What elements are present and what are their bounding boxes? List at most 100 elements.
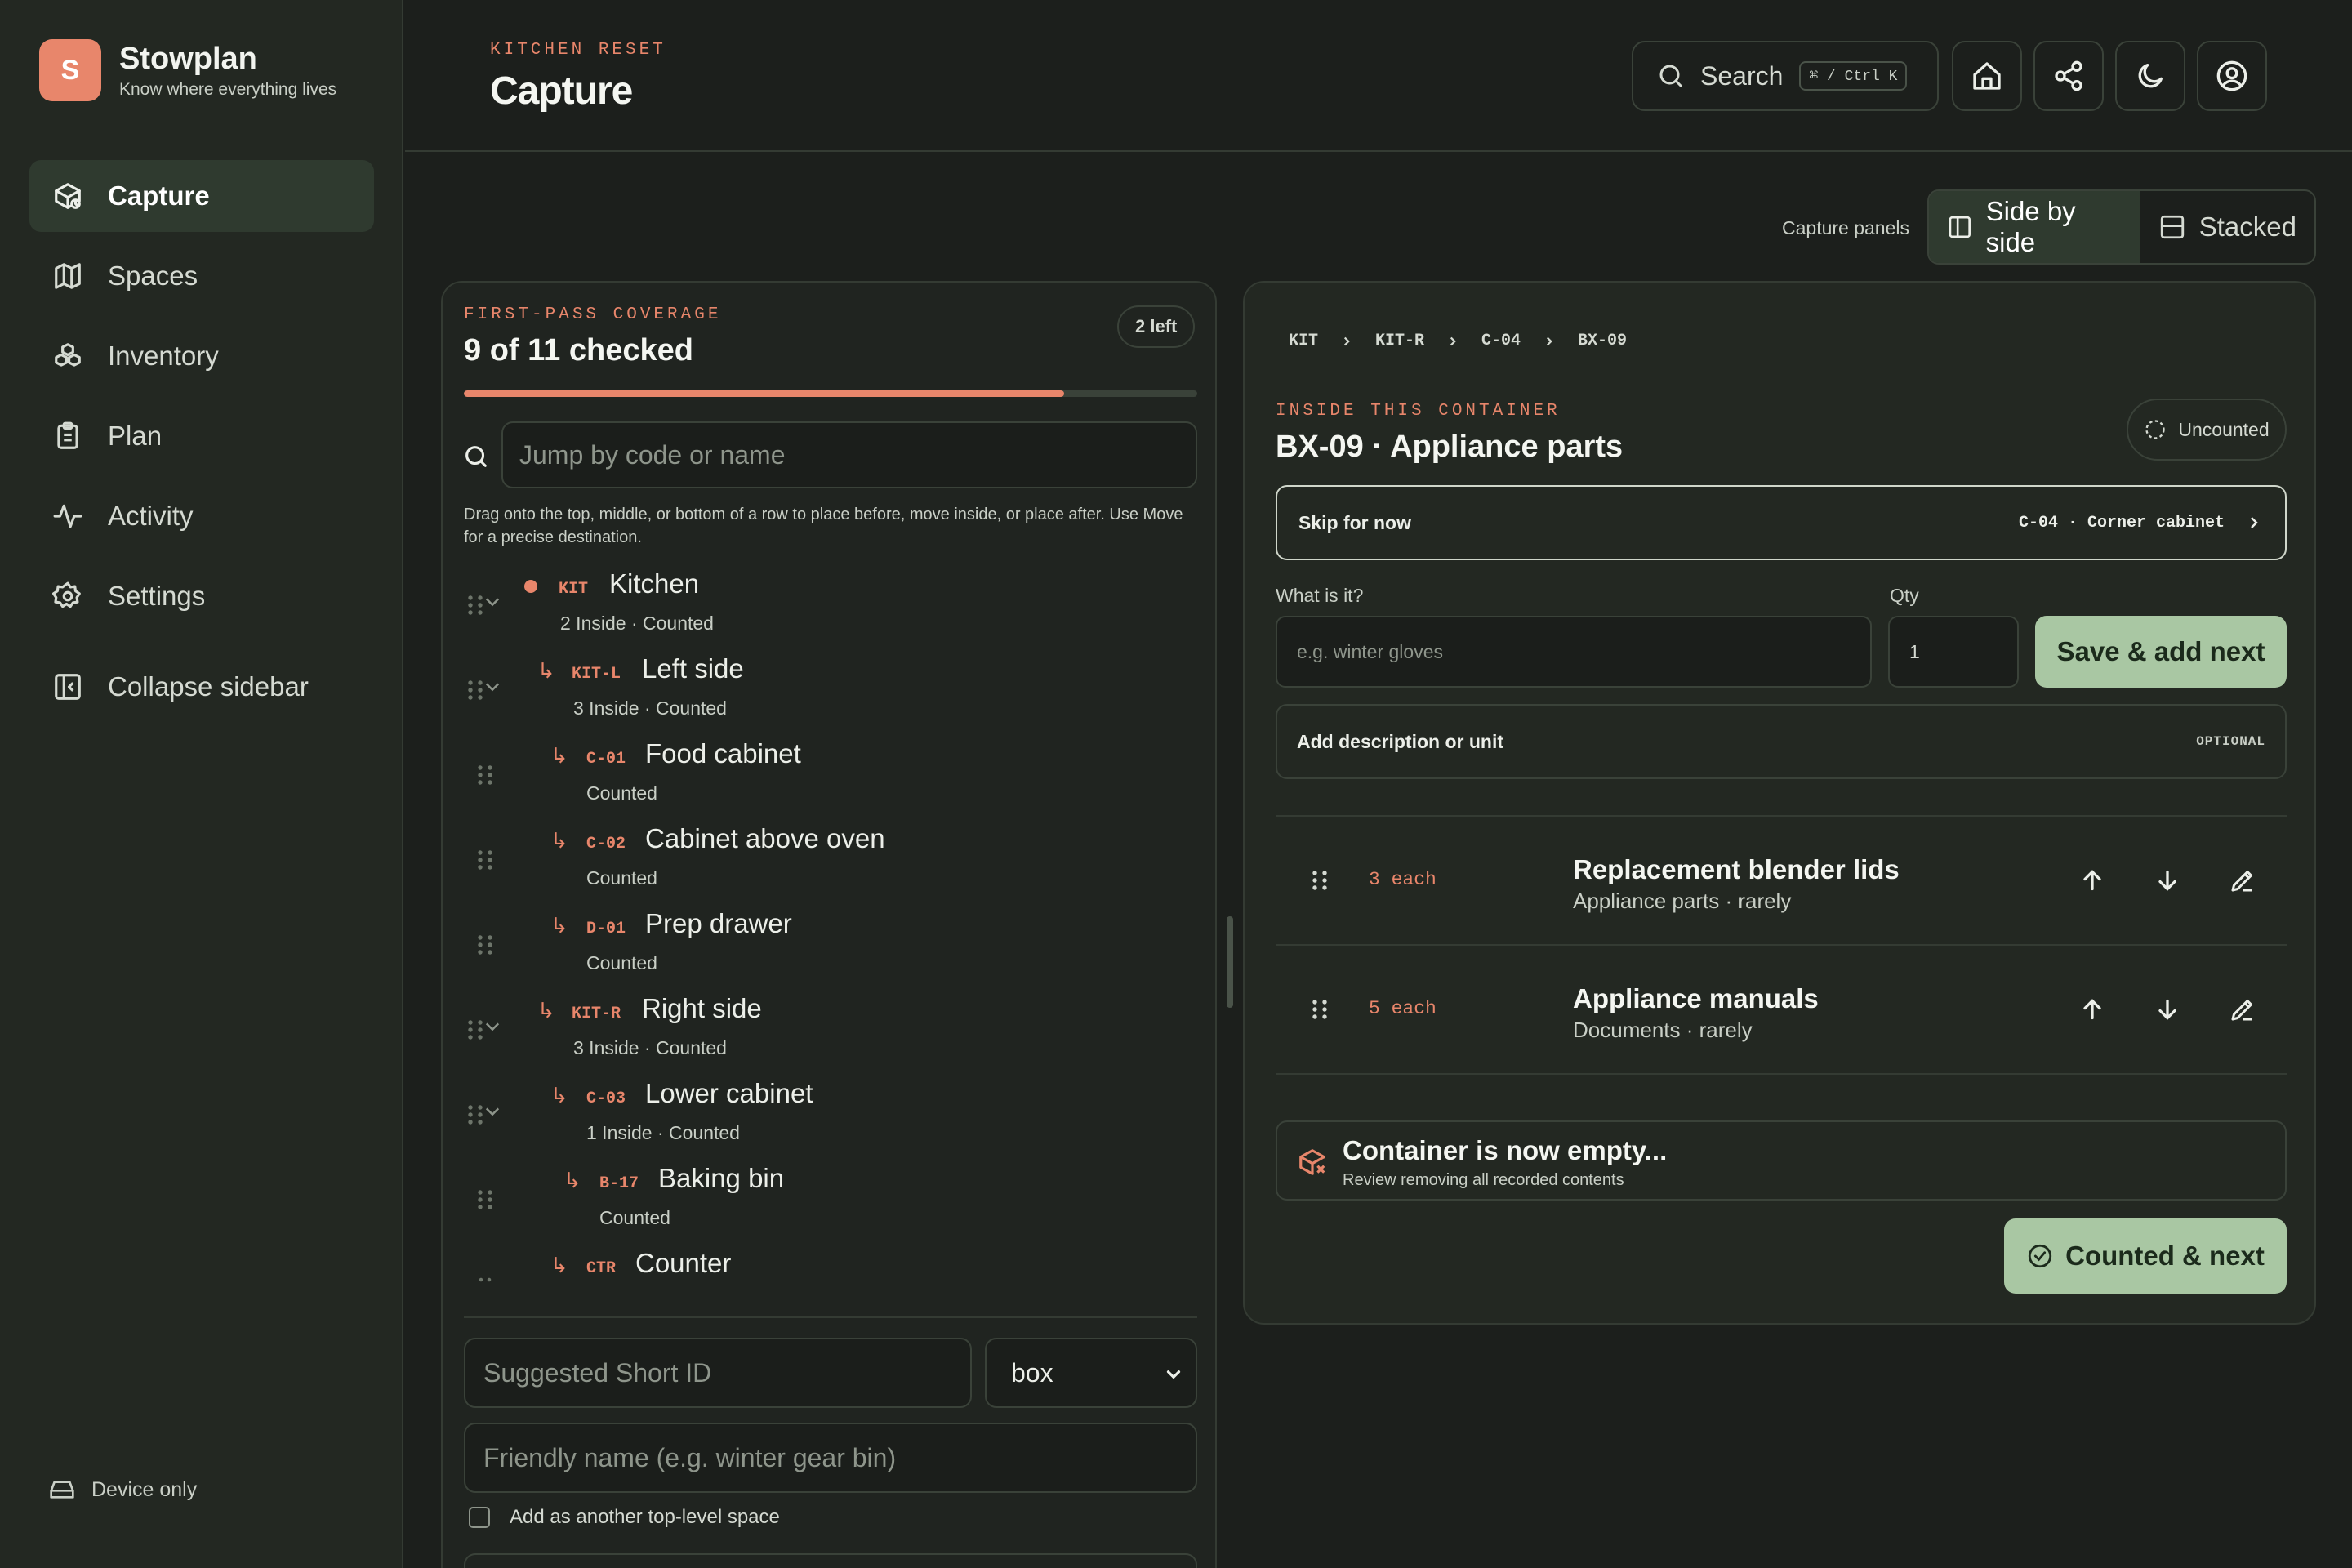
drag-handle-icon[interactable] <box>466 1018 485 1042</box>
collapse-sidebar-button[interactable]: Collapse sidebar <box>52 671 309 702</box>
tree-row[interactable]: ↳ C-02 Cabinet above oven Counted <box>443 818 1215 903</box>
sidebar-item-settings[interactable]: Settings <box>29 560 374 632</box>
sidebar-item-plan[interactable]: Plan <box>29 400 374 472</box>
pencil-icon[interactable] <box>2228 866 2257 895</box>
chevron-right-icon <box>1547 336 1552 345</box>
drag-handle-icon[interactable] <box>475 1187 495 1212</box>
child-arrow-icon: ↳ <box>550 1083 568 1107</box>
what-label: What is it? <box>1276 585 1364 606</box>
tree-row[interactable]: ↳ KIT-L Left side 3 Inside · Counted <box>443 648 1215 733</box>
empty-container-card[interactable]: Container is now empty... Review removin… <box>1276 1120 2287 1200</box>
item-name-input[interactable] <box>1276 616 1872 688</box>
storage-status: Device only <box>49 1477 197 1503</box>
boxes-icon <box>55 343 81 367</box>
theme-toggle-button[interactable] <box>2115 41 2185 111</box>
drag-handle-icon[interactable] <box>475 848 495 872</box>
top-level-option[interactable]: Add as another top-level space <box>469 1506 780 1529</box>
save-add-next-button[interactable]: Save & add next <box>2035 616 2287 688</box>
skip-destination: C-04 · Corner cabinet <box>2018 513 2225 532</box>
sidebar-item-spaces[interactable]: Spaces <box>29 240 374 312</box>
tree-row[interactable]: KIT Kitchen 2 Inside · Counted <box>443 564 1215 648</box>
pencil-icon[interactable] <box>2228 995 2257 1024</box>
capture-panels-label: Capture panels <box>1782 217 1909 238</box>
arrow-down-icon[interactable] <box>2153 866 2182 895</box>
space-tree: KIT Kitchen 2 Inside · Counted ↳ KIT-L L… <box>443 564 1215 988</box>
share-icon <box>2055 60 2082 91</box>
tree-row[interactable]: ↳ D-01 Prep drawer Counted <box>443 903 1215 988</box>
counted-next-label: Counted & next <box>2065 1241 2265 1271</box>
container-type-select[interactable]: box <box>985 1338 1197 1408</box>
chevron-down-icon <box>1166 1370 1181 1379</box>
drag-handle-icon[interactable] <box>475 1276 495 1284</box>
child-arrow-icon: ↳ <box>537 658 555 683</box>
top-level-label: Add as another top-level space <box>510 1506 780 1528</box>
container-eyebrow: INSIDE THIS CONTAINER <box>1276 402 1561 421</box>
tree-code: KIT-L <box>572 665 621 684</box>
arrow-down-icon[interactable] <box>2153 995 2182 1024</box>
list-item[interactable]: 3 each Replacement blender lids Applianc… <box>1276 817 2287 944</box>
search-button[interactable]: Search ⌘ / Ctrl K <box>1632 41 1939 111</box>
tree-code: CTR <box>586 1259 617 1278</box>
panel-resize-handle[interactable] <box>1227 916 1233 1008</box>
breadcrumb-item[interactable]: KIT <box>1289 332 1318 350</box>
short-id-input[interactable] <box>464 1338 972 1408</box>
columns-icon <box>1949 216 1971 238</box>
count-status-label: Uncounted <box>2178 418 2270 440</box>
stacked-option[interactable]: Stacked <box>2140 191 2314 263</box>
tree-code: C-01 <box>586 750 626 768</box>
add-description-button[interactable]: Add description or unit OPTIONAL <box>1276 704 2287 779</box>
tree-code: C-03 <box>586 1089 626 1108</box>
sidebar-item-inventory[interactable]: Inventory <box>29 320 374 392</box>
item-quantity: 5 each <box>1369 998 1437 1019</box>
share-button[interactable] <box>2034 41 2104 111</box>
drag-handle-icon[interactable] <box>466 678 485 702</box>
tree-row[interactable]: ↳ C-03 Lower cabinet 1 Inside · Counted <box>443 1073 1215 1158</box>
drag-handle-icon[interactable] <box>466 1102 485 1127</box>
tree-name: Kitchen <box>609 568 700 599</box>
skip-for-now-button[interactable]: Skip for now C-04 · Corner cabinet <box>1276 485 2287 560</box>
child-arrow-icon: ↳ <box>537 998 555 1022</box>
arrow-up-icon[interactable] <box>2078 866 2107 895</box>
tree-name: Lower cabinet <box>645 1078 813 1108</box>
side-by-side-option[interactable]: Side by side <box>1929 191 2140 263</box>
chevron-down-icon[interactable] <box>485 1021 500 1032</box>
divider <box>1276 1073 2287 1075</box>
sidebar-item-label: Capture <box>108 180 210 211</box>
drag-handle-icon[interactable] <box>475 933 495 957</box>
drag-handle-icon[interactable] <box>1310 867 1330 893</box>
tree-code: KIT <box>559 580 589 599</box>
breadcrumb-item[interactable]: C-04 <box>1481 332 1521 350</box>
friendly-name-input[interactable] <box>464 1423 1197 1493</box>
home-button[interactable] <box>1952 41 2022 111</box>
breadcrumb-item[interactable]: KIT-R <box>1375 332 1424 350</box>
chevron-down-icon[interactable] <box>485 1106 500 1117</box>
tree-row[interactable]: ↳ B-17 Baking bin Counted <box>443 1158 1215 1243</box>
add-space-button[interactable] <box>464 1553 1197 1568</box>
counted-next-button[interactable]: Counted & next <box>2004 1218 2287 1294</box>
list-item[interactable]: 5 each Appliance manuals Documents · rar… <box>1276 946 2287 1073</box>
sidebar-item-capture[interactable]: Capture <box>29 160 374 232</box>
container-type-value: box <box>1011 1357 1054 1388</box>
count-status-badge[interactable]: Uncounted <box>2127 399 2287 461</box>
breadcrumb-item[interactable]: BX-09 <box>1578 332 1627 350</box>
sidebar-item-activity[interactable]: Activity <box>29 480 374 552</box>
drag-handle-icon[interactable] <box>475 763 495 787</box>
chevron-down-icon[interactable] <box>485 596 500 608</box>
brand[interactable]: S Stowplan Know where everything lives <box>39 39 336 101</box>
jump-search-input[interactable] <box>501 421 1197 488</box>
brand-tagline: Know where everything lives <box>119 79 337 99</box>
arrow-up-icon[interactable] <box>2078 995 2107 1024</box>
top-level-checkbox[interactable] <box>469 1507 490 1528</box>
tree-row[interactable]: ↳ CTR Counter <box>443 1243 1215 1312</box>
quantity-input[interactable] <box>1888 616 2019 688</box>
account-button[interactable] <box>2197 41 2267 111</box>
tree-name: Food cabinet <box>645 738 801 768</box>
tree-row[interactable]: ↳ KIT-R Right side 3 Inside · Counted <box>443 988 1215 1073</box>
chevron-down-icon[interactable] <box>485 681 500 693</box>
item-name: Replacement blender lids <box>1573 854 1900 884</box>
drag-handle-icon[interactable] <box>466 593 485 617</box>
drag-handle-icon[interactable] <box>1310 996 1330 1022</box>
divider <box>464 1316 1197 1318</box>
tree-row[interactable]: ↳ C-01 Food cabinet Counted <box>443 733 1215 818</box>
brand-logo: S <box>39 39 101 101</box>
